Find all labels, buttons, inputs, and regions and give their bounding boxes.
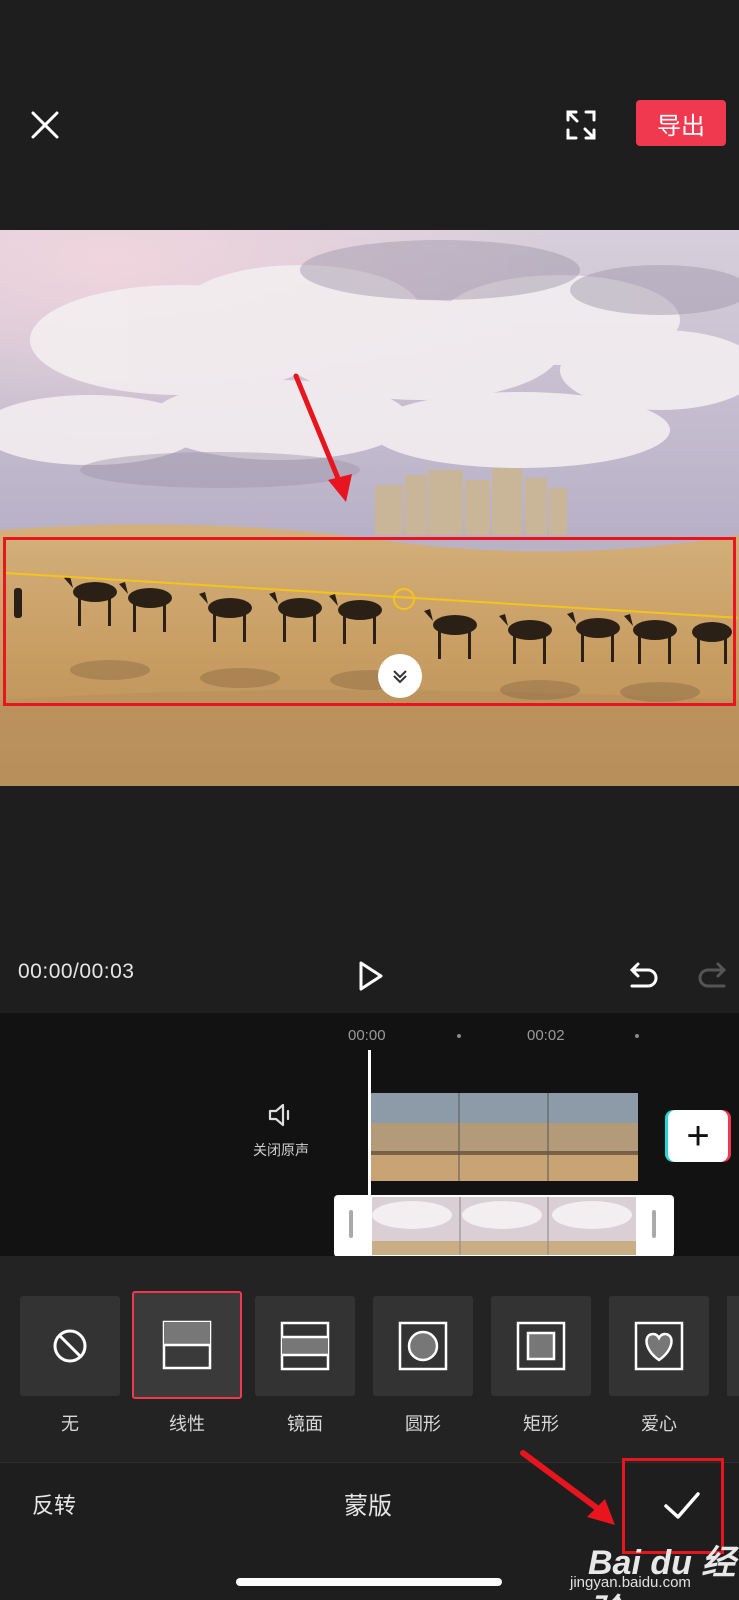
ruler-dot	[457, 1034, 461, 1038]
mask-option-heart[interactable]	[609, 1296, 709, 1396]
mask-option-label: 线性	[169, 1414, 205, 1434]
circle-mask-icon	[398, 1321, 448, 1371]
annotation-arrow-icon	[520, 1450, 615, 1525]
add-clip-button[interactable]: +	[668, 1110, 728, 1162]
ruler-dot	[635, 1034, 639, 1038]
mute-original-audio-button[interactable]: 关闭原声	[250, 1100, 312, 1170]
mirror-mask-icon	[280, 1321, 330, 1371]
invert-button[interactable]: 反转	[32, 1488, 76, 1520]
mask-option-label: 爱心	[641, 1414, 677, 1434]
mask-option-mirror[interactable]	[255, 1296, 355, 1396]
mask-option-label: 无	[61, 1414, 79, 1434]
mask-option-partial[interactable]	[727, 1296, 739, 1396]
redo-icon	[698, 962, 727, 988]
home-indicator[interactable]	[236, 1578, 502, 1586]
playhead[interactable]	[368, 1050, 371, 1257]
trim-handle-right[interactable]	[652, 1210, 656, 1238]
mask-option-label: 圆形	[405, 1414, 441, 1434]
ruler-label: 00:00	[348, 1027, 386, 1044]
mask-option-label: 矩形	[523, 1414, 559, 1434]
undo-icon	[629, 962, 658, 988]
annotation-arrow-icon	[293, 373, 352, 502]
timecode: 00:00/00:03	[18, 960, 135, 983]
close-button[interactable]	[24, 104, 66, 146]
export-button[interactable]: 导出	[636, 100, 726, 146]
fullscreen-icon	[566, 110, 596, 140]
watermark-url: jingyan.baidu.com	[570, 1574, 691, 1591]
speaker-icon	[268, 1103, 290, 1127]
play-button[interactable]	[352, 958, 388, 994]
redo-button[interactable]	[696, 958, 732, 994]
plus-icon: +	[686, 1113, 710, 1158]
trim-handle-left[interactable]	[349, 1210, 353, 1238]
mask-option-linear[interactable]	[132, 1291, 242, 1399]
overlay-clip[interactable]	[372, 1197, 636, 1255]
mask-option-rectangle[interactable]	[491, 1296, 591, 1396]
fullscreen-button[interactable]	[560, 104, 602, 146]
linear-mask-icon	[162, 1320, 212, 1370]
close-icon	[31, 111, 59, 139]
play-icon	[359, 961, 383, 991]
overlay-clip-thumbnails	[372, 1197, 636, 1255]
undo-button[interactable]	[624, 958, 660, 994]
none-icon	[53, 1329, 87, 1363]
main-clip-thumbnails	[370, 1093, 638, 1181]
annotation-box-mask	[3, 537, 736, 706]
rectangle-mask-icon	[516, 1321, 566, 1371]
mute-label: 关闭原声	[253, 1142, 309, 1158]
video-track-main[interactable]	[370, 1093, 638, 1181]
mask-option-circle[interactable]	[373, 1296, 473, 1396]
ruler-label: 00:02	[527, 1027, 565, 1044]
mask-option-none[interactable]	[20, 1296, 120, 1396]
mask-option-label: 镜面	[287, 1414, 323, 1434]
heart-mask-icon	[634, 1321, 684, 1371]
panel-title: 蒙版	[344, 1493, 392, 1520]
